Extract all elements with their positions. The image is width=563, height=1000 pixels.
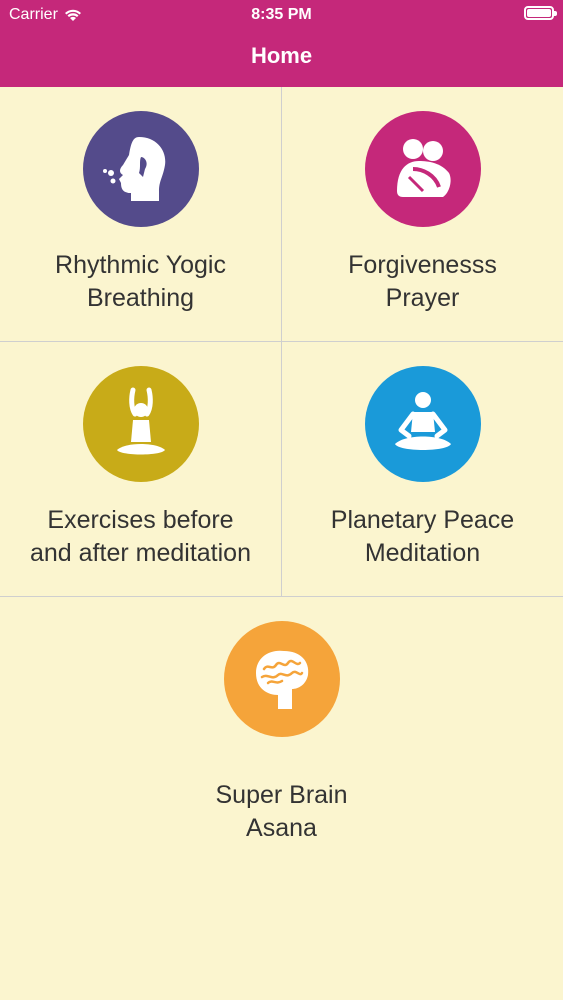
breathing-icon [82,111,199,227]
menu-item-label: Rhythmic Yogic Breathing [55,251,226,312]
meditation-icon [364,366,481,482]
status-bar: Carrier 8:35 PM [0,0,563,30]
menu-item-label: Planetary Peace Meditation [330,506,515,567]
menu-item-label: Forgivenesss Prayer [348,251,497,312]
menu-item-label: Super Brain Asana [215,781,348,842]
status-time: 8:35 PM [251,6,312,23]
menu-item-rhythmic-yogic-breathing[interactable]: Rhythmic Yogic Breathing [0,87,281,341]
battery-icon [524,6,557,20]
menu-item-forgiveness-prayer[interactable]: Forgivenesss Prayer [281,87,563,341]
home-menu-grid: Rhythmic Yogic Breathing Forgivenesss Pr… [0,87,563,897]
yoga-pose-icon [82,366,199,482]
navigation-bar: Carrier 8:35 PM Home [0,0,563,87]
brain-icon [223,621,340,737]
page-title: Home [250,43,313,68]
menu-item-label: Exercises before and after meditation [30,506,251,567]
menu-item-exercises-before-after-meditation[interactable]: Exercises before and after meditation [0,342,281,596]
menu-item-super-brain-asana[interactable]: Super Brain Asana [0,597,563,897]
hug-icon [364,111,481,227]
menu-item-planetary-peace-meditation[interactable]: Planetary Peace Meditation [281,342,563,596]
